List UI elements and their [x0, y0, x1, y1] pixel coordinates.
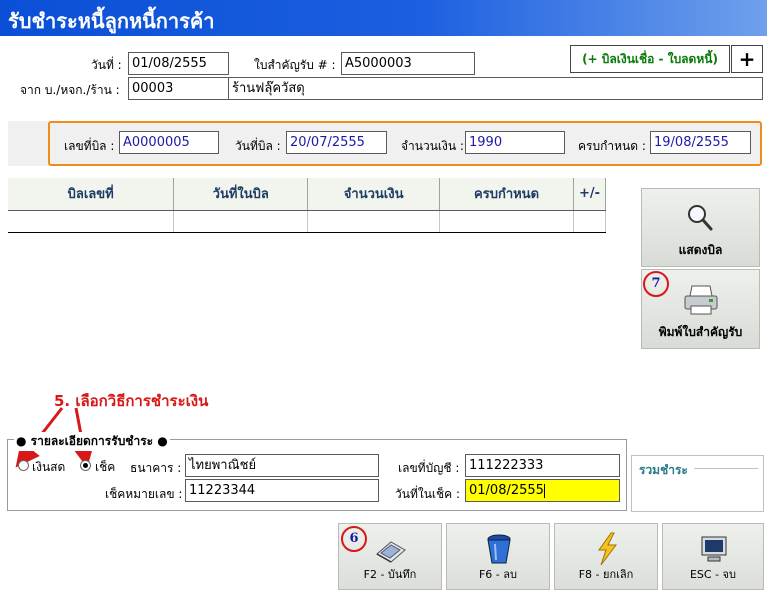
table-cell[interactable] [8, 210, 175, 233]
add-plus-button[interactable]: + [731, 45, 763, 73]
bank-field[interactable]: ไทยพาณิชย์ [185, 454, 379, 477]
check-label: เช็ค [95, 460, 116, 474]
date-label: วันที่ : [91, 58, 122, 72]
cash-label: เงินสด [32, 460, 66, 474]
summary-label: รวมชำระ [637, 461, 690, 480]
summary-divider [694, 468, 758, 469]
table-header-row: บิลเลขที่ วันที่ในบิล จำนวนเงิน ครบกำหนด… [8, 178, 607, 211]
col-bill-no[interactable]: บิลเลขที่ [8, 178, 175, 211]
plus-icon: + [738, 47, 756, 71]
bill-date-field[interactable]: 20/07/2555 [286, 131, 387, 154]
check-radio-dot [83, 463, 88, 468]
bill-no-label: เลขที่บิล : [64, 139, 115, 153]
check-number-field[interactable]: 11223344 [185, 479, 379, 502]
customer-name-field[interactable]: ร้านฟลุ๊ควัสดุ [228, 77, 763, 100]
save-icon [376, 541, 406, 563]
customer-code-field[interactable]: 00003 [128, 77, 229, 100]
check-no-label: เช็คหมายเลข : [105, 487, 183, 501]
monitor-icon [701, 536, 727, 562]
cancel-button[interactable]: F8 - ยกเลิก [554, 523, 658, 590]
trash-icon [487, 534, 511, 564]
bill-no-field[interactable]: A0000005 [119, 131, 219, 154]
bill-date-label: วันที่บิล : [235, 139, 281, 153]
add-credit-bill-button[interactable]: (+ บิลเงินเชื่อ - ใบลดหนี้) [570, 45, 730, 73]
date-field[interactable]: 01/08/2555 [128, 52, 229, 75]
exit-button[interactable]: ESC - จบ [662, 523, 764, 590]
save-label: F2 - บันทึก [363, 568, 417, 581]
cash-radio[interactable] [18, 460, 29, 471]
lightning-icon [598, 532, 617, 566]
table-cell[interactable] [173, 210, 309, 233]
receipt-label: ใบสำคัญรับ # : [254, 58, 336, 72]
title-bar: รับชำระหนี้ลูกหนี้การค้า [0, 0, 767, 36]
account-label: เลขที่บัญชี : [398, 461, 460, 475]
step-6-marker: 6 [341, 526, 367, 552]
bill-strip-left [8, 121, 50, 166]
printer-icon [684, 285, 718, 315]
table-cell[interactable] [307, 210, 441, 233]
table-row[interactable] [8, 210, 607, 233]
window-title: รับชำระหนี้ลูกหนี้การค้า [8, 9, 215, 33]
show-bill-button[interactable]: แสดงบิล [641, 188, 760, 267]
step-7-marker: 7 [643, 271, 669, 297]
magnifier-icon [688, 205, 713, 231]
table-cell[interactable] [439, 210, 574, 233]
print-receipt-label: พิมพ์ใบสำคัญรับ [658, 325, 743, 339]
table-cell[interactable] [573, 210, 607, 233]
delete-button[interactable]: F6 - ลบ [446, 523, 550, 590]
col-bill-date[interactable]: วันที่ในบิล [173, 178, 309, 211]
account-field[interactable]: 111222333 [465, 454, 620, 477]
col-due-date[interactable]: ครบกำหนด [439, 178, 574, 211]
cancel-label: F8 - ยกเลิก [578, 568, 634, 581]
add-credit-bill-label: (+ บิลเงินเชื่อ - ใบลดหนี้) [582, 52, 718, 66]
check-date-value: 01/08/2555 [469, 483, 544, 498]
exit-label: ESC - จบ [689, 568, 736, 581]
payment-group-label: ● รายละเอียดการรับชำระ ● [14, 432, 170, 451]
amount-field[interactable]: 1990 [465, 131, 565, 154]
col-plus-minus[interactable]: +/- [573, 178, 607, 211]
col-amount[interactable]: จำนวนเงิน [307, 178, 441, 211]
from-label: จาก บ./หจก./ร้าน : [20, 83, 120, 97]
bank-label: ธนาคาร : [130, 461, 182, 475]
due-date-field[interactable]: 19/08/2555 [650, 131, 751, 154]
due-label: ครบกำหนด : [578, 139, 646, 153]
show-bill-label: แสดงบิล [678, 243, 723, 257]
amount-label: จำนวนเงิน : [401, 139, 464, 153]
check-date-label: วันที่ในเช็ค : [395, 487, 461, 501]
check-radio[interactable] [80, 460, 91, 471]
text-cursor [543, 483, 545, 498]
delete-label: F6 - ลบ [478, 568, 517, 581]
receipt-number-field[interactable]: A5000003 [341, 52, 475, 75]
bill-table: บิลเลขที่ วันที่ในบิล จำนวนเงิน ครบกำหนด… [8, 178, 607, 233]
check-date-field[interactable]: 01/08/2555 [465, 479, 620, 502]
